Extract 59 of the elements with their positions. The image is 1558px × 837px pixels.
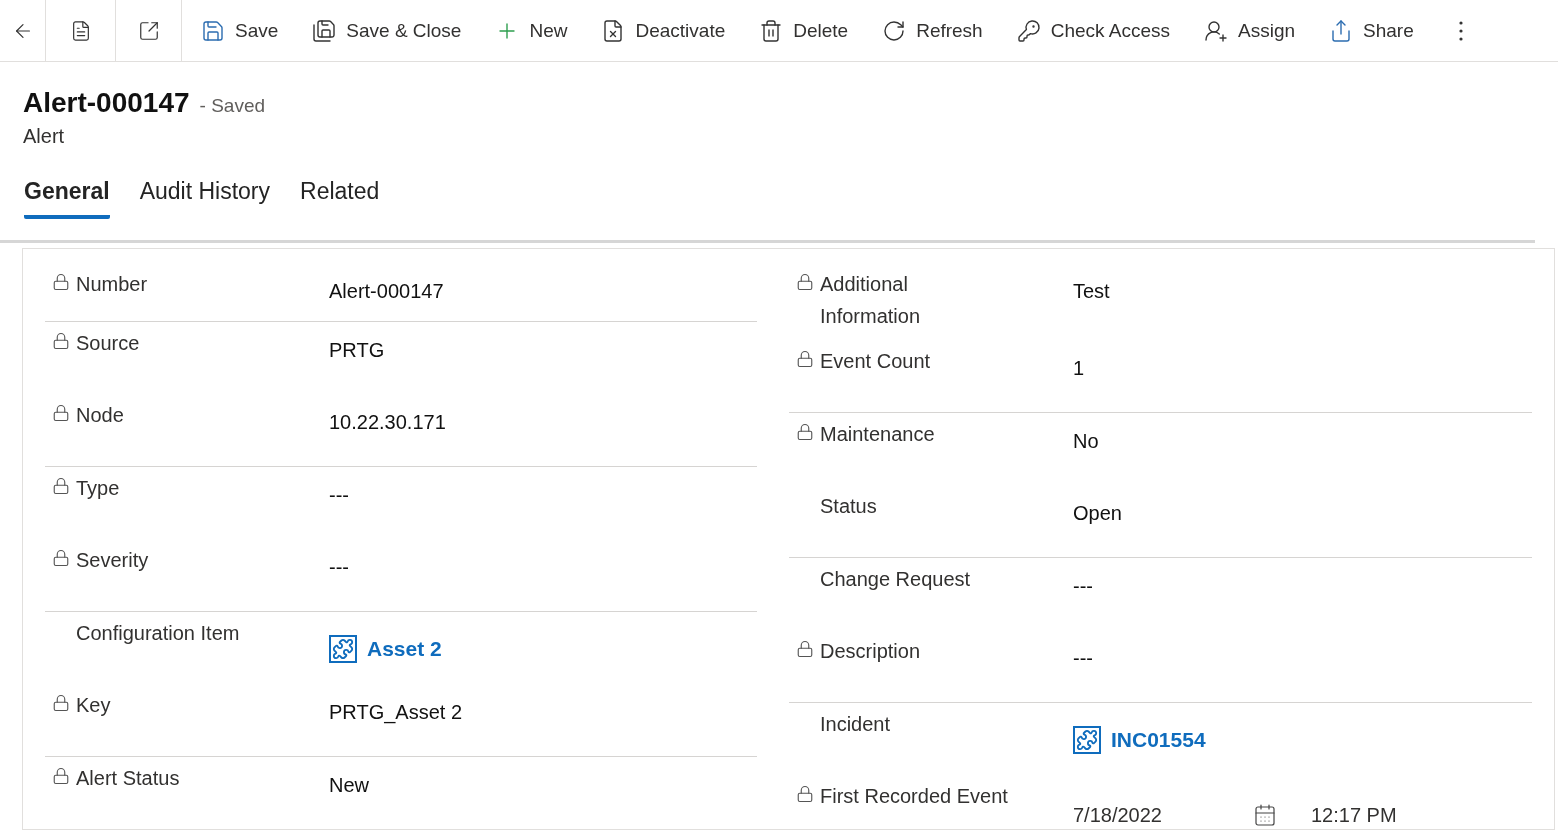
record-icon <box>329 635 357 663</box>
save-icon <box>201 18 225 43</box>
field-value: Test <box>1073 279 1110 304</box>
field-label: Severity <box>76 548 149 573</box>
toolbar-button[interactable]: Save <box>184 0 296 61</box>
field-value: Alert-000147 <box>329 279 444 304</box>
entity-name: Alert <box>23 125 66 148</box>
field-value: PRTG_Asset 2 <box>329 700 463 726</box>
field-label: Additional Information <box>820 272 922 329</box>
toolbar-button[interactable]: Assign <box>1187 0 1313 61</box>
trash-icon <box>759 18 784 43</box>
date-value: 7/18/2022 <box>1073 803 1163 827</box>
person-icon <box>1204 18 1228 43</box>
field-value: 1 <box>1073 356 1085 381</box>
field-label: Change Request <box>820 567 971 592</box>
toolbar-button[interactable]: Refresh <box>865 0 1000 61</box>
popout-icon <box>137 19 160 42</box>
record-icon <box>1073 726 1101 754</box>
field-label: Node <box>76 403 124 428</box>
field-label: Key <box>76 693 111 718</box>
field-label: Source <box>76 331 140 356</box>
field-value: --- <box>329 555 349 580</box>
toolbar-button[interactable]: Deactivate <box>584 0 743 61</box>
tab[interactable]: Related <box>300 178 380 219</box>
tab[interactable]: Audit History <box>139 178 271 219</box>
save-close-icon <box>312 18 337 43</box>
field-value: --- <box>1073 574 1093 599</box>
field-label: Incident <box>820 712 891 737</box>
toolbar-button[interactable]: Save & Close <box>295 0 479 61</box>
field-label: Configuration Item <box>76 621 240 646</box>
toolbar-button[interactable]: Share <box>1312 0 1431 61</box>
field-label: Description <box>820 639 921 664</box>
toolbar-button[interactable]: New <box>478 0 585 61</box>
field-label: Number <box>76 272 148 297</box>
key-icon <box>1016 18 1041 43</box>
lookup-link[interactable]: Asset 2 <box>329 622 442 676</box>
field-label: Event Count <box>820 349 931 374</box>
field-value: 10.22.30.171 <box>329 410 446 435</box>
toolbar-button[interactable]: Delete <box>742 0 866 61</box>
field-label: Type <box>76 476 120 501</box>
lookup-link[interactable]: INC01554 <box>1073 713 1206 767</box>
field-value: No <box>1073 429 1099 454</box>
field-label: First Recorded Event <box>820 784 1008 809</box>
field-label: Maintenance <box>820 422 935 447</box>
field-value: Open <box>1073 501 1122 526</box>
field-value: PRTG <box>329 338 385 363</box>
save-status: - Saved <box>199 95 266 117</box>
more-icon <box>1458 20 1463 41</box>
field-value: --- <box>1073 646 1093 671</box>
field-label: Status <box>820 494 877 519</box>
toolbar-button[interactable]: Check Access <box>999 0 1187 61</box>
tab[interactable]: General <box>24 178 110 219</box>
calendar-icon[interactable] <box>1253 803 1277 827</box>
time-value: 12:17 PM <box>1311 803 1397 827</box>
field-value: New <box>329 773 369 798</box>
field-value: --- <box>329 483 349 508</box>
refresh-icon <box>882 18 907 43</box>
field-label: Alert Status <box>76 766 180 791</box>
record-title: Alert-000147 <box>23 87 190 119</box>
